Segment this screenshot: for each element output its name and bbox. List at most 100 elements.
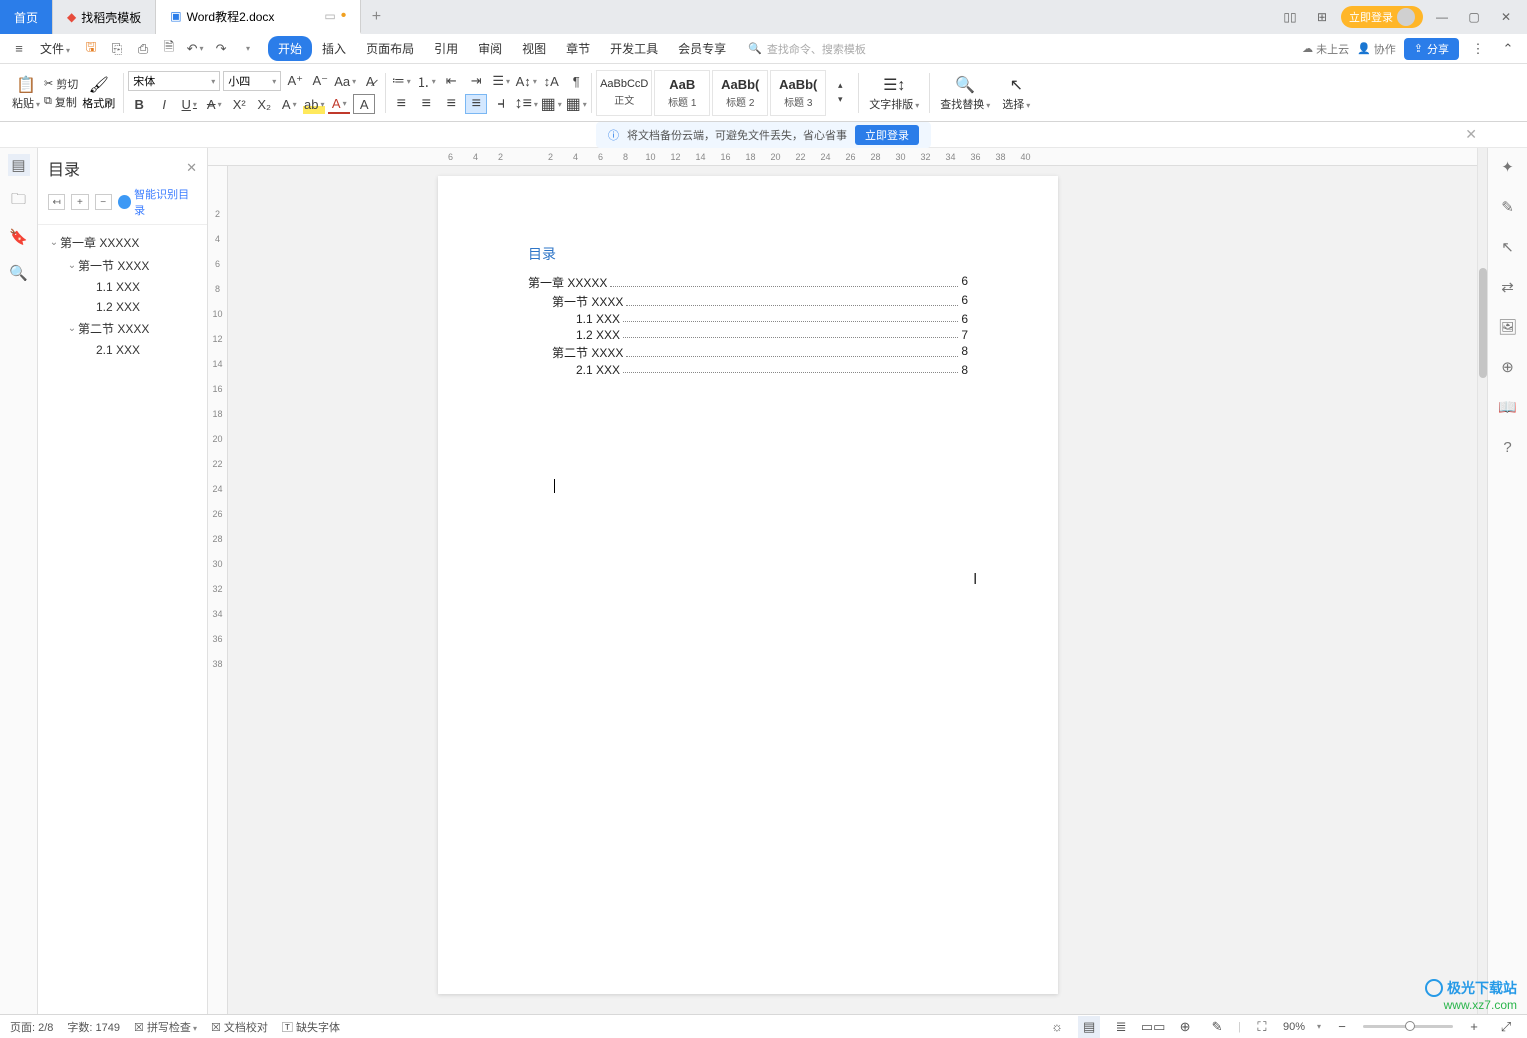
zoom-slider[interactable] <box>1363 1025 1453 1028</box>
spellcheck-button[interactable]: ☒ 拼写检查▾ <box>134 1019 197 1035</box>
toc-item[interactable]: ⌄第二节 XXXX <box>42 317 203 340</box>
align-justify-button[interactable]: ≡ <box>465 94 487 114</box>
image-icon[interactable]: 🖼 <box>1497 316 1519 338</box>
style-正文[interactable]: AaBbCcD正文 <box>596 70 652 116</box>
vertical-ruler[interactable]: 2468101214161820222426283032343638 <box>208 166 228 1014</box>
align-center-button[interactable]: ≡ <box>415 94 437 114</box>
style-标题 3[interactable]: AaBb(标题 3 <box>770 70 826 116</box>
decrease-font-icon[interactable]: A⁻ <box>309 71 331 91</box>
style-scroll-down[interactable]: ▾ <box>829 93 851 107</box>
vertical-scrollbar[interactable] <box>1477 148 1487 1014</box>
page-indicator[interactable]: 页面: 2/8 <box>10 1019 53 1035</box>
notify-close-button[interactable]: ✕ <box>1465 126 1477 143</box>
view-page-icon[interactable]: ▤ <box>1078 1016 1100 1038</box>
assistant-icon[interactable]: ✦ <box>1497 156 1519 178</box>
increase-font-icon[interactable]: A⁺ <box>284 71 306 91</box>
toc-item[interactable]: ⌄第一节 XXXX <box>42 254 203 277</box>
zoom-fit-icon[interactable]: ⛶ <box>1251 1016 1273 1038</box>
style-标题 2[interactable]: AaBb(标题 2 <box>712 70 768 116</box>
zoom-out-button[interactable]: − <box>1331 1016 1353 1038</box>
book-icon[interactable]: 📖 <box>1497 396 1519 418</box>
menu-tab-layout[interactable]: 页面布局 <box>356 36 424 61</box>
borders-button[interactable]: ▦▾ <box>565 94 587 114</box>
collab-button[interactable]: 👤协作 <box>1357 41 1396 57</box>
collapse-ribbon-icon[interactable]: ⌃ <box>1497 38 1519 60</box>
close-button[interactable]: ✕ <box>1493 4 1519 30</box>
target-icon[interactable]: ⊕ <box>1497 356 1519 378</box>
grid-icon[interactable]: ⊞ <box>1309 4 1335 30</box>
copy-button[interactable]: ⧉复制 <box>44 94 78 110</box>
bookmark-icon[interactable]: 🔖 <box>8 226 30 248</box>
select-button[interactable]: ↖ 选择▾ <box>996 72 1036 114</box>
find-replace-button[interactable]: 🔍 查找替换▾ <box>934 72 996 114</box>
italic-button[interactable]: I <box>153 94 175 114</box>
showmarks-button[interactable]: ¶ <box>565 71 587 91</box>
char-border-button[interactable]: A <box>353 94 375 114</box>
bullets-button[interactable]: ≔▾ <box>390 71 412 91</box>
view-web-icon[interactable]: ⊕ <box>1174 1016 1196 1038</box>
multilevel-button[interactable]: ☰▾ <box>490 71 512 91</box>
hamburger-icon[interactable]: ≡ <box>8 38 30 60</box>
word-count[interactable]: 字数: 1749 <box>67 1019 120 1035</box>
paste-button[interactable]: 📋 粘贴▾ <box>8 73 44 113</box>
minimize-button[interactable]: — <box>1429 4 1455 30</box>
line-spacing-button[interactable]: ↕≡▾ <box>515 94 537 114</box>
save-icon[interactable]: 🖫 <box>80 38 102 60</box>
toc-item[interactable]: 1.1 XXX <box>42 277 203 297</box>
sort-button[interactable]: ↕A <box>540 71 562 91</box>
align-left-button[interactable]: ≡ <box>390 94 412 114</box>
missing-fonts-button[interactable]: 🅃 缺失字体 <box>282 1019 340 1035</box>
tab-add-button[interactable]: + <box>361 0 391 34</box>
horizontal-ruler[interactable]: 642246810121416182022242628303234363840 <box>208 148 1477 166</box>
search-panel-icon[interactable]: 🔍 <box>8 262 30 284</box>
highlight-button[interactable]: ab▾ <box>303 94 325 114</box>
share-button[interactable]: ⇪分享 <box>1404 38 1459 60</box>
print-preview-icon[interactable]: 🗎 <box>158 38 180 60</box>
view-outline-icon[interactable]: ≣ <box>1110 1016 1132 1038</box>
font-color-button[interactable]: A▾ <box>328 94 350 114</box>
format-painter-button[interactable]: 🖌 格式刷 <box>78 73 119 113</box>
toc-item[interactable]: 2.1 XXX <box>42 340 203 360</box>
zoom-in-button[interactable]: + <box>1463 1016 1485 1038</box>
menu-tab-member[interactable]: 会员专享 <box>668 36 736 61</box>
toc-close-button[interactable]: ✕ <box>186 160 197 176</box>
document-page[interactable]: 目录 第一章 XXXXX6第一节 XXXX61.1 XXX61.2 XXX7第二… <box>438 176 1058 994</box>
help-icon[interactable]: ? <box>1497 436 1519 458</box>
clear-format-icon[interactable]: A̷ <box>359 71 381 91</box>
eyecare-icon[interactable]: ☼ <box>1046 1016 1068 1038</box>
numbering-button[interactable]: ⒈▾ <box>415 71 437 91</box>
toc-item[interactable]: 1.2 XXX <box>42 297 203 317</box>
strike-button[interactable]: A▾ <box>203 94 225 114</box>
zoom-slider-thumb[interactable] <box>1405 1021 1415 1031</box>
settings-icon[interactable]: ⇄ <box>1497 276 1519 298</box>
style-标题 1[interactable]: AaB标题 1 <box>654 70 710 116</box>
maximize-button[interactable]: ▢ <box>1461 4 1487 30</box>
toc-collapse[interactable]: − <box>95 194 112 210</box>
view-draft-icon[interactable]: ✎ <box>1206 1016 1228 1038</box>
font-name-select[interactable]: 宋体▾ <box>128 71 220 91</box>
textdir-button[interactable]: A↕▾ <box>515 71 537 91</box>
styles-gallery[interactable]: AaBbCcD正文AaB标题 1AaBb(标题 2AaBb(标题 3 <box>596 70 826 116</box>
toc-smart-button[interactable]: 智能识别目录 <box>118 186 197 218</box>
menu-tab-start[interactable]: 开始 <box>268 36 312 61</box>
zoom-value[interactable]: 90% <box>1283 1021 1305 1033</box>
shading-button[interactable]: ▦▾ <box>540 94 562 114</box>
undo-icon[interactable]: ↶▾ <box>184 38 206 60</box>
text-layout-button[interactable]: ☰↕ 文字排版▾ <box>863 72 925 114</box>
decrease-indent-button[interactable]: ⇤ <box>440 71 462 91</box>
tab-template[interactable]: ◆ 找稻壳模板 <box>53 0 156 34</box>
proofread-button[interactable]: ☒ 文档校对 <box>211 1019 268 1035</box>
cloud-status[interactable]: ☁未上云 <box>1302 41 1349 57</box>
bold-button[interactable]: B <box>128 94 150 114</box>
menu-tab-view[interactable]: 视图 <box>512 36 556 61</box>
tab-menu-icon[interactable]: ▭ <box>324 9 335 23</box>
menu-tab-reference[interactable]: 引用 <box>424 36 468 61</box>
doc-toc-entry[interactable]: 2.1 XXX8 <box>528 363 968 377</box>
fullscreen-icon[interactable]: ⤢ <box>1495 1016 1517 1038</box>
tab-home[interactable]: 首页 <box>0 0 53 34</box>
print-icon[interactable]: ⎙ <box>132 38 154 60</box>
command-search[interactable]: 🔍 查找命令、搜索模板 <box>748 41 866 57</box>
underline-button[interactable]: U▾ <box>178 94 200 114</box>
scroll-thumb[interactable] <box>1479 268 1487 378</box>
saveas-icon[interactable]: ⎘ <box>106 38 128 60</box>
